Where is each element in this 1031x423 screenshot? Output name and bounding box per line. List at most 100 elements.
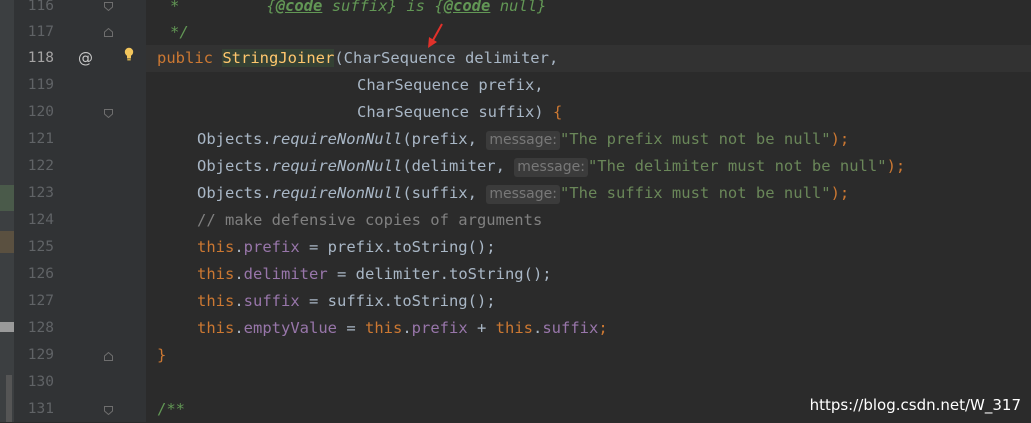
code-token: = prefix.toString(); [299,238,496,256]
code-text: this.delimiter = delimiter.toString(); [197,261,552,288]
code-token: ); [886,157,906,175]
constructor-name[interactable]: StringJoiner [222,49,335,67]
doc-token: null} [490,0,547,15]
code-token: . [234,292,244,310]
line-number: 130 [27,374,54,390]
code-line: 119 CharSequence prefix, [0,72,1031,99]
method-call: requireNonNull [271,130,403,148]
string-literal: "The delimiter must not be null" [587,157,887,175]
fold-icon[interactable] [104,109,113,118]
line-number: 129 [27,347,54,363]
code-token: + [467,319,496,337]
code-token: . [533,319,543,337]
code-text: CharSequence prefix, [357,72,544,99]
line-number: 119 [27,77,54,93]
code-token: . [234,238,244,256]
code-line: 127 this.suffix = suffix.toString(); [0,288,1031,315]
code-line: 117 */ [0,19,1031,46]
field-name: prefix [411,319,468,337]
parameter-hint: message: [514,158,588,177]
field-name: emptyValue [243,319,337,337]
line-number: 120 [27,104,54,120]
fold-icon[interactable] [104,2,113,11]
code-text: Objects.requireNonNull(delimiter, messag… [197,153,905,180]
method-call: requireNonNull [271,157,403,175]
keyword: this [365,319,403,337]
code-text: CharSequence suffix) { [357,99,562,126]
doc-token: */ [170,23,189,41]
doc-token: * [170,0,180,15]
fold-icon[interactable] [104,28,113,37]
brace: } [157,346,167,364]
line-number: 118 [27,50,54,66]
doc-token: /** [157,400,185,418]
fold-icon[interactable] [104,352,113,361]
code-text: public StringJoiner(CharSequence delimit… [157,45,558,72]
code-token: ; [598,319,608,337]
code-text: this.prefix = prefix.toString(); [197,234,496,261]
string-literal: "The suffix must not be null" [559,184,831,202]
code-text: */ [170,19,189,46]
code-token: = [337,319,365,337]
line-number: 128 [27,320,54,336]
line-number: 116 [27,0,54,14]
code-line-current: 118 public StringJoiner(CharSequence del… [0,45,1031,72]
line-number: 125 [27,239,54,255]
code-line: 124 // make defensive copies of argument… [0,207,1031,234]
line-number: 123 [27,185,54,201]
line-comment: // make defensive copies of arguments [197,211,543,229]
keyword: public [157,49,213,67]
code-token: Objects. [197,130,272,148]
code-text: * {@code suffix} is {@code null} [170,0,546,20]
parameter-hint: message: [486,131,560,150]
code-token: . [234,265,244,283]
field-name: prefix [243,238,300,256]
doc-token: suffix} is { [322,0,444,15]
code-token: (CharSequence delimiter, [334,49,559,67]
method-call: requireNonNull [271,184,403,202]
code-text: /** [157,396,185,423]
code-line: 121 Objects.requireNonNull(prefix, messa… [0,126,1031,153]
line-number: 117 [27,24,54,40]
code-line: 128 this.emptyValue = this.prefix + this… [0,315,1031,342]
code-line: 120 CharSequence suffix) { [0,99,1031,126]
fold-icon[interactable] [104,406,113,415]
line-number: 127 [27,293,54,309]
doc-tag: @code [275,0,323,15]
code-editor[interactable]: 116 * {@code suffix} is {@code null} 117 … [0,0,1031,422]
line-number: 131 [27,401,54,417]
override-at-icon[interactable]: @ [78,49,93,67]
code-line: 130 [0,369,1031,396]
keyword: this [197,238,235,256]
code-line: 123 Objects.requireNonNull(suffix, messa… [0,180,1031,207]
code-text: this.suffix = suffix.toString(); [197,288,496,315]
brace: { [552,103,563,121]
code-token: . [402,319,412,337]
code-text: // make defensive copies of arguments [197,207,542,234]
lightbulb-icon[interactable] [124,47,134,61]
line-number: 122 [27,158,54,174]
code-token: CharSequence suffix) [357,103,553,121]
keyword: this [197,319,235,337]
code-token: (suffix, [402,184,487,202]
doc-token: { [266,0,276,15]
line-number: 124 [27,212,54,228]
code-line: 125 this.prefix = prefix.toString(); [0,234,1031,261]
keyword: this [197,265,235,283]
code-line: 126 this.delimiter = delimiter.toString(… [0,261,1031,288]
code-token: . [234,319,244,337]
parameter-hint: message: [486,185,560,204]
code-text: Objects.requireNonNull(prefix, message: "… [197,126,849,153]
code-line: 116 * {@code suffix} is {@code null} [0,0,1031,20]
code-text: this.emptyValue = this.prefix + this.suf… [197,315,608,342]
code-token: ); [830,130,850,148]
annotation-arrow-icon [428,23,443,48]
keyword: this [495,319,533,337]
field-name: suffix [243,292,300,310]
code-line: 122 Objects.requireNonNull(delimiter, me… [0,153,1031,180]
doc-tag: @code [443,0,491,15]
code-token: CharSequence prefix, [357,76,544,94]
code-token: (prefix, [402,130,487,148]
code-token: = suffix.toString(); [299,292,496,310]
code-token: ); [830,184,850,202]
